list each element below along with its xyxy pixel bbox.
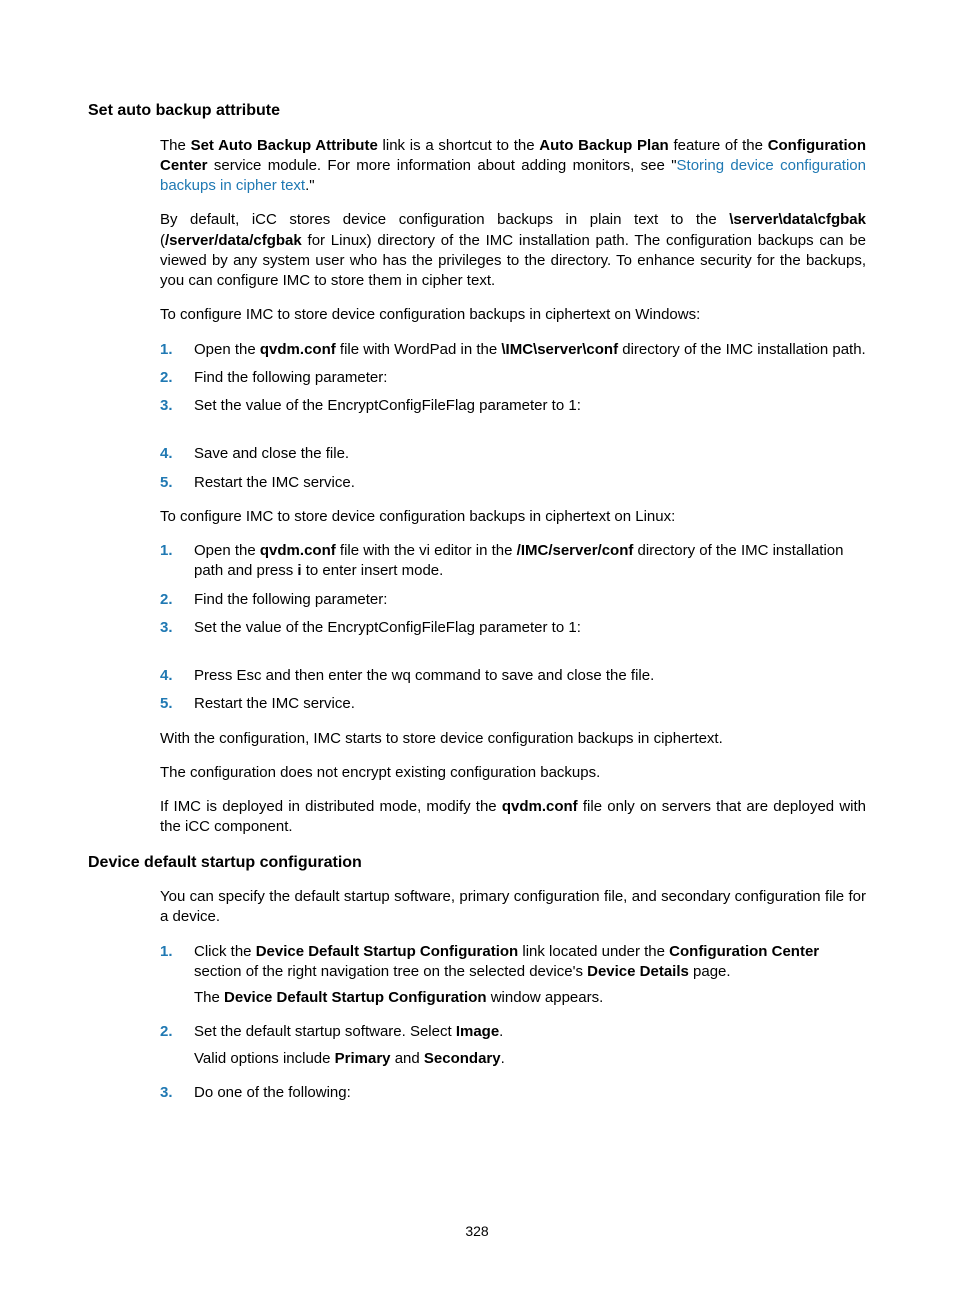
text: By default, iCC stores device configurat…	[160, 211, 729, 228]
list-item: 5. Restart the IMC service.	[160, 694, 866, 714]
list-body: Find the following parameter:	[194, 590, 866, 610]
text: .	[501, 1050, 505, 1067]
list-number: 5.	[160, 473, 194, 493]
text-bold: qvdm.conf	[260, 341, 336, 358]
text-bold: Secondary	[424, 1050, 501, 1067]
text: link is a shortcut to the	[378, 137, 539, 154]
list-body: Do one of the following:	[194, 1083, 866, 1103]
page-number: 328	[0, 1222, 954, 1241]
text-bold: qvdm.conf	[502, 798, 578, 815]
paragraph: You can specify the default startup soft…	[160, 887, 866, 928]
text: ."	[305, 177, 315, 194]
list-item: 1. Open the qvdm.conf file with WordPad …	[160, 340, 866, 360]
text: section of the right navigation tree on …	[194, 963, 587, 980]
list-item: 5. Restart the IMC service.	[160, 473, 866, 493]
text-bold: Configuration Center	[669, 943, 819, 960]
text: to enter insert mode.	[302, 562, 444, 579]
list-number: 4.	[160, 444, 194, 464]
paragraph: With the configuration, IMC starts to st…	[160, 729, 866, 749]
list-item: 3. Set the value of the EncryptConfigFil…	[160, 618, 866, 638]
heading-device-default-startup: Device default startup configuration	[88, 852, 866, 874]
list-body: Open the qvdm.conf file with WordPad in …	[194, 340, 866, 360]
text: and	[391, 1050, 424, 1067]
text: The	[160, 137, 191, 154]
text: Click the	[194, 943, 256, 960]
list-body: Restart the IMC service.	[194, 694, 866, 714]
list-number: 3.	[160, 618, 194, 638]
list-item: 4. Press Esc and then enter the wq comma…	[160, 666, 866, 686]
list-number: 2.	[160, 590, 194, 610]
text-bold: \IMC\server\conf	[501, 341, 618, 358]
text-bold: /IMC/server/conf	[517, 542, 634, 559]
ordered-list-startup: 1. Click the Device Default Startup Conf…	[160, 942, 866, 1104]
text-bold: Device Default Startup Configuration	[256, 943, 519, 960]
list-number: 1.	[160, 541, 194, 582]
list-item: 2. Set the default startup software. Sel…	[160, 1022, 866, 1069]
text-bold: Device Details	[587, 963, 689, 980]
sub-paragraph: The Device Default Startup Configuration…	[194, 988, 866, 1008]
list-body: Click the Device Default Startup Configu…	[194, 942, 866, 1009]
list-body: Press Esc and then enter the wq command …	[194, 666, 866, 686]
paragraph: The configuration does not encrypt exist…	[160, 763, 866, 783]
text: window appears.	[487, 989, 604, 1006]
text-bold: qvdm.conf	[260, 542, 336, 559]
ordered-list-linux: 1. Open the qvdm.conf file with the vi e…	[160, 541, 866, 715]
text: If IMC is deployed in distributed mode, …	[160, 798, 502, 815]
text: Open the	[194, 341, 260, 358]
text: directory of the IMC installation path.	[618, 341, 866, 358]
paragraph: The Set Auto Backup Attribute link is a …	[160, 136, 866, 197]
list-body: Open the qvdm.conf file with the vi edit…	[194, 541, 866, 582]
text: The	[194, 989, 224, 1006]
ordered-list-windows: 1. Open the qvdm.conf file with WordPad …	[160, 340, 866, 493]
text: link located under the	[518, 943, 669, 960]
list-body: Set the default startup software. Select…	[194, 1022, 866, 1069]
text: Open the	[194, 542, 260, 559]
text: Valid options include	[194, 1050, 335, 1067]
text: feature of the	[669, 137, 768, 154]
list-number: 2.	[160, 368, 194, 388]
list-item: 4. Save and close the file.	[160, 444, 866, 464]
paragraph: To configure IMC to store device configu…	[160, 305, 866, 325]
list-number: 5.	[160, 694, 194, 714]
list-item: 3. Set the value of the EncryptConfigFil…	[160, 396, 866, 416]
list-number: 4.	[160, 666, 194, 686]
list-body: Set the value of the EncryptConfigFileFl…	[194, 618, 866, 638]
list-item: 3. Do one of the following:	[160, 1083, 866, 1103]
list-body: Find the following parameter:	[194, 368, 866, 388]
list-item: 2. Find the following parameter:	[160, 368, 866, 388]
list-number: 3.	[160, 396, 194, 416]
text-bold: \server\data\cfgbak	[729, 211, 866, 228]
list-item: 1. Open the qvdm.conf file with the vi e…	[160, 541, 866, 582]
list-body: Save and close the file.	[194, 444, 866, 464]
text: Set the default startup software. Select	[194, 1023, 456, 1040]
text: service module. For more information abo…	[208, 157, 677, 174]
text-bold: Auto Backup Plan	[539, 137, 668, 154]
list-number: 1.	[160, 340, 194, 360]
paragraph: To configure IMC to store device configu…	[160, 507, 866, 527]
list-item: 2. Find the following parameter:	[160, 590, 866, 610]
text: file with WordPad in the	[336, 341, 502, 358]
paragraph: By default, iCC stores device configurat…	[160, 210, 866, 291]
text-bold: Primary	[335, 1050, 391, 1067]
sub-paragraph: Valid options include Primary and Second…	[194, 1049, 866, 1069]
list-number: 1.	[160, 942, 194, 1009]
text: .	[499, 1023, 503, 1040]
list-body: Set the value of the EncryptConfigFileFl…	[194, 396, 866, 416]
text-bold: Set Auto Backup Attribute	[191, 137, 378, 154]
heading-set-auto-backup: Set auto backup attribute	[88, 100, 866, 122]
text: page.	[689, 963, 731, 980]
text-bold: /server/data/cfgbak	[165, 232, 302, 249]
text-bold: Device Default Startup Configuration	[224, 989, 487, 1006]
list-number: 3.	[160, 1083, 194, 1103]
list-item: 1. Click the Device Default Startup Conf…	[160, 942, 866, 1009]
list-body: Restart the IMC service.	[194, 473, 866, 493]
text: file with the vi editor in the	[336, 542, 517, 559]
text-bold: Image	[456, 1023, 499, 1040]
list-number: 2.	[160, 1022, 194, 1069]
paragraph: If IMC is deployed in distributed mode, …	[160, 797, 866, 838]
